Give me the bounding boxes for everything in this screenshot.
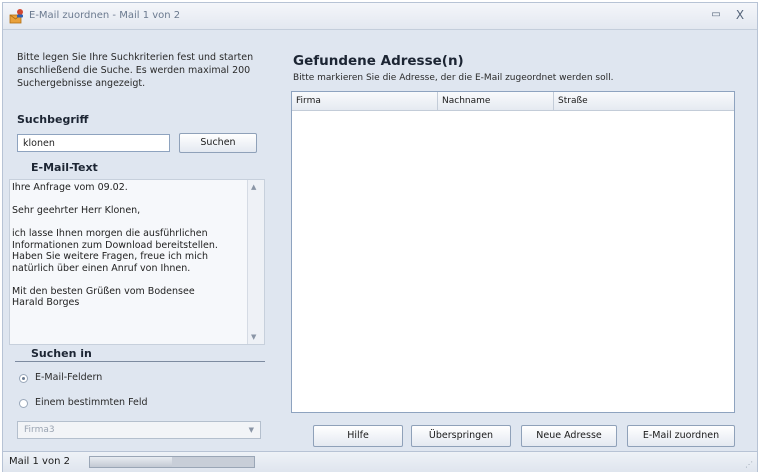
column-header-nachname[interactable]: Nachname: [438, 92, 554, 110]
address-table[interactable]: Firma Nachname Straße: [291, 91, 735, 413]
title-bar[interactable]: E-Mail zuordnen - Mail 1 von 2 ▭ X: [3, 3, 757, 30]
scroll-down-icon[interactable]: ▼: [251, 333, 256, 341]
search-input[interactable]: [17, 134, 170, 152]
results-hint: Bitte markieren Sie die Adresse, der die…: [293, 73, 614, 83]
radio-specific-field-label[interactable]: Einem bestimmten Feld: [35, 397, 148, 408]
resize-grip-icon[interactable]: ⋰: [745, 460, 753, 469]
status-text: Mail 1 von 2: [9, 456, 70, 467]
skip-button[interactable]: Überspringen: [411, 425, 511, 447]
help-button[interactable]: Hilfe: [313, 425, 403, 447]
mail-text-label: E-Mail-Text: [31, 161, 98, 174]
window-title: E-Mail zuordnen - Mail 1 von 2: [29, 10, 181, 21]
minimize-icon[interactable]: ▭: [709, 9, 723, 21]
radio-selected-dot: [22, 377, 25, 380]
progress-fill: [90, 457, 172, 467]
mail-scrollbar[interactable]: ▲ ▼: [247, 180, 264, 344]
scroll-up-icon[interactable]: ▲: [251, 183, 256, 191]
mail-contact-icon: [9, 9, 23, 24]
new-address-button[interactable]: Neue Adresse: [521, 425, 617, 447]
field-select-value: Firma3: [24, 425, 55, 435]
search-term-label: Suchbegriff: [17, 113, 89, 126]
column-header-strasse[interactable]: Straße: [554, 92, 734, 110]
radio-email-fields-label[interactable]: E-Mail-Feldern: [35, 372, 102, 383]
search-panel: Bitte legen Sie Ihre Suchkriterien fest …: [9, 35, 265, 439]
mail-body: Ihre Anfrage vom 09.02. Sehr geehrter He…: [12, 182, 218, 308]
column-header-firma[interactable]: Firma: [292, 92, 438, 110]
search-button[interactable]: Suchen: [179, 133, 257, 153]
close-icon[interactable]: X: [733, 8, 747, 22]
assign-email-button[interactable]: E-Mail zuordnen: [627, 425, 735, 447]
field-select[interactable]: Firma3 ▼: [17, 421, 261, 439]
email-assign-window: E-Mail zuordnen - Mail 1 von 2 ▭ X Bitte…: [2, 2, 758, 472]
results-title: Gefundene Adresse(n): [293, 53, 464, 69]
intro-text: Bitte legen Sie Ihre Suchkriterien fest …: [17, 52, 254, 89]
chevron-down-icon[interactable]: ▼: [249, 426, 254, 434]
progress-bar: [89, 456, 255, 468]
search-in-label: Suchen in: [31, 347, 92, 360]
table-header: Firma Nachname Straße: [292, 92, 734, 111]
section-divider: [15, 361, 265, 362]
status-bar: Mail 1 von 2 ⋰: [3, 451, 757, 472]
mail-text-box[interactable]: Ihre Anfrage vom 09.02. Sehr geehrter He…: [9, 179, 265, 345]
radio-email-fields[interactable]: [19, 374, 28, 383]
results-panel: Gefundene Adresse(n) Bitte markieren Sie…: [291, 33, 751, 443]
radio-specific-field[interactable]: [19, 399, 28, 408]
